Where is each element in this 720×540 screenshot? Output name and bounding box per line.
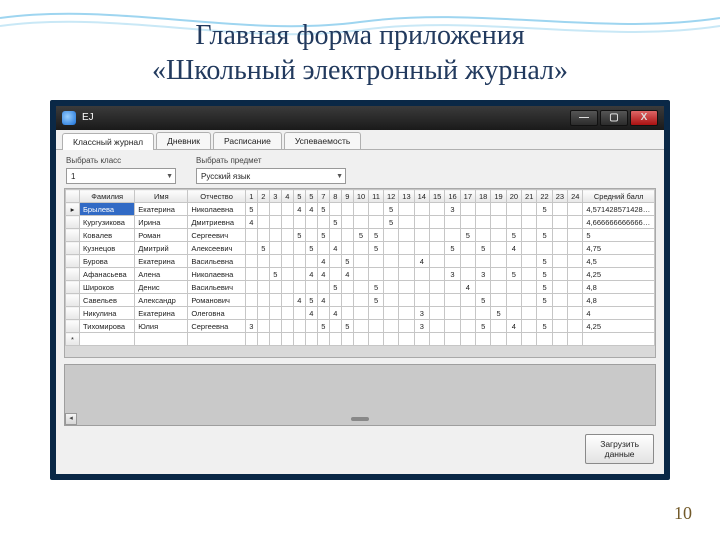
minimize-button[interactable]: — bbox=[570, 110, 598, 126]
page-number: 10 bbox=[674, 503, 692, 524]
slide-title: Главная форма приложения «Школьный элект… bbox=[0, 0, 720, 100]
detail-panel: ◂ bbox=[64, 364, 656, 426]
table-row[interactable]: ▸БрылеваЕкатеринаНиколаевна54455354,5714… bbox=[66, 203, 655, 216]
splitter-handle-icon[interactable] bbox=[351, 417, 369, 421]
window-titlebar: EJ — ▢ X bbox=[56, 106, 664, 130]
table-row[interactable]: ТихомироваЮлияСергеевна35535454,25 bbox=[66, 320, 655, 333]
tab-3[interactable]: Успеваемость bbox=[284, 132, 361, 149]
load-data-button[interactable]: Загрузитьданные bbox=[585, 434, 654, 464]
table-row[interactable]: СавельевАлександрРоманович4545554,8 bbox=[66, 294, 655, 307]
maximize-button[interactable]: ▢ bbox=[600, 110, 628, 126]
table-row[interactable]: НикулинаЕкатеринаОлеговна44354 bbox=[66, 307, 655, 320]
class-dropdown[interactable]: 1 ▼ bbox=[66, 168, 176, 184]
table-row[interactable]: КузнецовДмитрийАлексеевич55455544,75 bbox=[66, 242, 655, 255]
chevron-down-icon: ▼ bbox=[166, 173, 173, 180]
class-label: Выбрать класс bbox=[66, 156, 176, 165]
subject-dropdown-value: Русский язык bbox=[201, 172, 250, 181]
tab-1[interactable]: Дневник bbox=[156, 132, 211, 149]
tab-2[interactable]: Расписание bbox=[213, 132, 282, 149]
client-area: Классный журналДневникРасписаниеУспеваем… bbox=[56, 130, 664, 474]
table-row[interactable]: ШироковДенисВасильевич55454,8 bbox=[66, 281, 655, 294]
chevron-down-icon: ▼ bbox=[336, 173, 343, 180]
gradebook-grid[interactable]: ФамилияИмяОтчество1234557891011121314151… bbox=[64, 188, 656, 358]
class-dropdown-value: 1 bbox=[71, 172, 75, 181]
app-window: EJ — ▢ X Классный журналДневникРасписани… bbox=[50, 100, 670, 480]
app-icon bbox=[62, 111, 76, 125]
close-button[interactable]: X bbox=[630, 110, 658, 126]
tab-0[interactable]: Классный журнал bbox=[62, 133, 154, 150]
subject-dropdown[interactable]: Русский язык ▼ bbox=[196, 168, 346, 184]
table-row[interactable]: КовалевРоманСергеевич55555555 bbox=[66, 229, 655, 242]
app-icon-label: EJ bbox=[82, 113, 94, 123]
filter-row: Выбрать класс 1 ▼ Выбрать предмет Русски… bbox=[56, 150, 664, 188]
scroll-left-icon[interactable]: ◂ bbox=[65, 413, 77, 425]
subject-label: Выбрать предмет bbox=[196, 156, 346, 165]
table-row[interactable]: КургузиковаИринаДмитриевна4554,666666666… bbox=[66, 216, 655, 229]
table-row[interactable]: АфанасьеваАленаНиколаевна544433554,25 bbox=[66, 268, 655, 281]
tab-strip: Классный журналДневникРасписаниеУспеваем… bbox=[56, 130, 664, 150]
table-row[interactable]: БуроваЕкатеринаВасильевна45454,5 bbox=[66, 255, 655, 268]
table-row[interactable]: * bbox=[66, 333, 655, 346]
